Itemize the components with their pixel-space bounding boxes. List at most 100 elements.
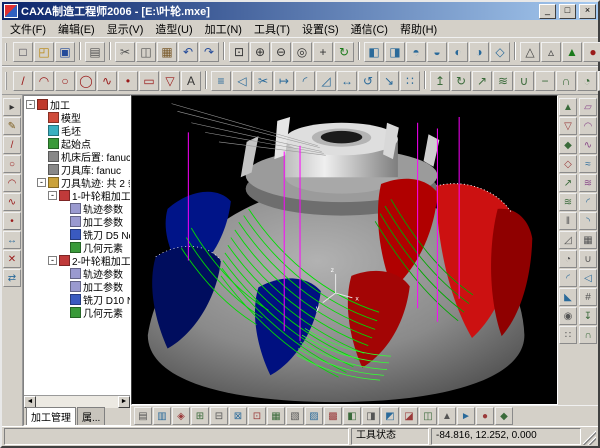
menu-item-0[interactable]: 文件(F) xyxy=(4,20,52,38)
post-process-icon[interactable]: ► xyxy=(457,407,475,425)
mirror-icon[interactable]: ◁ xyxy=(232,71,252,91)
view-left-icon[interactable]: ◐ xyxy=(448,42,468,62)
revolve-cut-icon[interactable]: ◇ xyxy=(559,155,577,173)
menu-item-8[interactable]: 帮助(H) xyxy=(394,20,443,38)
maximize-button[interactable]: □ xyxy=(559,4,576,19)
surface-mirror-icon[interactable]: ◁ xyxy=(579,269,597,287)
pan-icon[interactable]: + xyxy=(313,42,333,62)
zoom-out-icon[interactable]: ⊖ xyxy=(271,42,291,62)
extend-icon[interactable]: ↦ xyxy=(274,71,294,91)
view-back-icon[interactable]: ◨ xyxy=(385,42,405,62)
shaded-icon[interactable]: ▲ xyxy=(562,42,582,62)
hidden-line-icon[interactable]: ▵ xyxy=(541,42,561,62)
trim-icon[interactable]: ✂ xyxy=(253,71,273,91)
open-icon[interactable]: ◰ xyxy=(34,42,54,62)
semi-finish-machining-icon[interactable]: ▥ xyxy=(153,407,171,425)
tree-expander-icon[interactable]: - xyxy=(48,191,57,200)
panel-tab-0[interactable]: 加工管理 xyxy=(26,407,76,425)
polygon-icon[interactable]: ▽ xyxy=(160,71,180,91)
paste-icon[interactable]: ▦ xyxy=(157,42,177,62)
spline-icon[interactable]: ∿ xyxy=(97,71,117,91)
menu-item-3[interactable]: 造型(U) xyxy=(149,20,198,38)
surface-revolve-icon[interactable]: ◠ xyxy=(579,117,597,135)
menu-item-4[interactable]: 加工(N) xyxy=(199,20,248,38)
refresh-icon[interactable]: ↻ xyxy=(334,42,354,62)
copy-icon[interactable]: ◫ xyxy=(136,42,156,62)
surface-extend-icon[interactable]: ◝ xyxy=(579,212,597,230)
loft-feature-icon[interactable]: ≋ xyxy=(559,193,577,211)
close-button[interactable]: × xyxy=(579,4,596,19)
extrude-boss-icon[interactable]: ▲ xyxy=(559,98,577,116)
minimize-button[interactable]: _ xyxy=(539,4,556,19)
guide-line-machining-icon[interactable]: ▨ xyxy=(305,407,323,425)
offset-icon[interactable]: ≡ xyxy=(211,71,231,91)
move-icon[interactable]: ↔ xyxy=(337,71,357,91)
circle-icon[interactable]: ○ xyxy=(55,71,75,91)
view-iso-icon[interactable]: ◇ xyxy=(490,42,510,62)
circle-tool-icon[interactable]: ○ xyxy=(3,155,21,173)
sweep-icon[interactable]: ↗ xyxy=(472,71,492,91)
surface-offset-icon[interactable]: ≈ xyxy=(579,155,597,173)
trajectory-edit-icon[interactable]: ◪ xyxy=(400,407,418,425)
sweep-feature-icon[interactable]: ↗ xyxy=(559,174,577,192)
point-icon[interactable]: • xyxy=(118,71,138,91)
cut-icon[interactable]: ✂ xyxy=(115,42,135,62)
chamfer-feature-icon[interactable]: ◣ xyxy=(559,288,577,306)
scale-icon[interactable]: ↘ xyxy=(379,71,399,91)
pick-icon[interactable]: ▸ xyxy=(3,98,21,116)
toolbar-handle[interactable] xyxy=(5,43,10,61)
gcode-icon[interactable]: ● xyxy=(476,407,494,425)
surface-ruled-icon[interactable]: ▱ xyxy=(579,98,597,116)
groove-machining-icon[interactable]: ⊡ xyxy=(248,407,266,425)
render-settings-icon[interactable]: ● xyxy=(583,42,600,62)
drill-machining-icon[interactable]: ⊠ xyxy=(229,407,247,425)
ellipse-icon[interactable]: ◯ xyxy=(76,71,96,91)
trajectory-generate-icon[interactable]: ◩ xyxy=(381,407,399,425)
zoom-window-icon[interactable]: ⊡ xyxy=(229,42,249,62)
zoom-all-icon[interactable]: ◎ xyxy=(292,42,312,62)
arc-icon[interactable]: ◠ xyxy=(34,71,54,91)
menu-item-5[interactable]: 工具(T) xyxy=(248,20,296,38)
shell-icon[interactable]: ◔ xyxy=(577,71,597,91)
rib-icon[interactable]: ‖ xyxy=(559,212,577,230)
intersect-curve-icon[interactable]: ∩ xyxy=(579,326,597,344)
limit-line-machining-icon[interactable]: ◧ xyxy=(343,407,361,425)
revolve-icon[interactable]: ↻ xyxy=(451,71,471,91)
tree-item-16[interactable]: 几何元素 xyxy=(24,306,130,319)
menu-item-6[interactable]: 设置(S) xyxy=(296,20,345,38)
grid-surface-icon[interactable]: # xyxy=(579,288,597,306)
pocket-machining-icon[interactable]: ⊟ xyxy=(210,407,228,425)
boolean-subtract-icon[interactable]: − xyxy=(535,71,555,91)
view-bottom-icon[interactable]: ◒ xyxy=(427,42,447,62)
extrude-icon[interactable]: ↥ xyxy=(430,71,450,91)
scroll-right-icon[interactable]: ► xyxy=(118,396,130,408)
contour-machining-icon[interactable]: ⊞ xyxy=(191,407,209,425)
rough-machining-icon[interactable]: ▤ xyxy=(134,407,152,425)
erase-icon[interactable]: ✕ xyxy=(3,250,21,268)
verify-icon[interactable]: ▲ xyxy=(438,407,456,425)
resize-grip[interactable] xyxy=(583,428,596,445)
plot-icon[interactable]: ▤ xyxy=(85,42,105,62)
line-tool-icon[interactable]: / xyxy=(3,136,21,154)
toolbar-handle[interactable] xyxy=(5,72,10,90)
projection-machining-icon[interactable]: ▩ xyxy=(324,407,342,425)
curve-machining-icon[interactable]: ◨ xyxy=(362,407,380,425)
surface-sweep-icon[interactable]: ∿ xyxy=(579,136,597,154)
wireframe-icon[interactable]: △ xyxy=(520,42,540,62)
zoom-in-icon[interactable]: ⊕ xyxy=(250,42,270,62)
line-icon[interactable]: / xyxy=(13,71,33,91)
surface-trim-icon[interactable]: ◜ xyxy=(579,193,597,211)
chamfer-icon[interactable]: ◿ xyxy=(316,71,336,91)
redo-icon[interactable]: ↷ xyxy=(199,42,219,62)
project-curve-icon[interactable]: ↧ xyxy=(579,307,597,325)
tree-expander-icon[interactable]: - xyxy=(37,178,46,187)
boolean-intersect-icon[interactable]: ∩ xyxy=(556,71,576,91)
view-top-icon[interactable]: ◓ xyxy=(406,42,426,62)
surface-mesh-icon[interactable]: ▦ xyxy=(579,231,597,249)
dimension-icon[interactable]: ↔ xyxy=(3,231,21,249)
rectangle-icon[interactable]: ▭ xyxy=(139,71,159,91)
menu-item-2[interactable]: 显示(V) xyxy=(101,20,150,38)
sketch-icon[interactable]: ✎ xyxy=(3,117,21,135)
text-icon[interactable]: A xyxy=(181,71,201,91)
panel-tab-1[interactable]: 属... xyxy=(77,407,105,425)
